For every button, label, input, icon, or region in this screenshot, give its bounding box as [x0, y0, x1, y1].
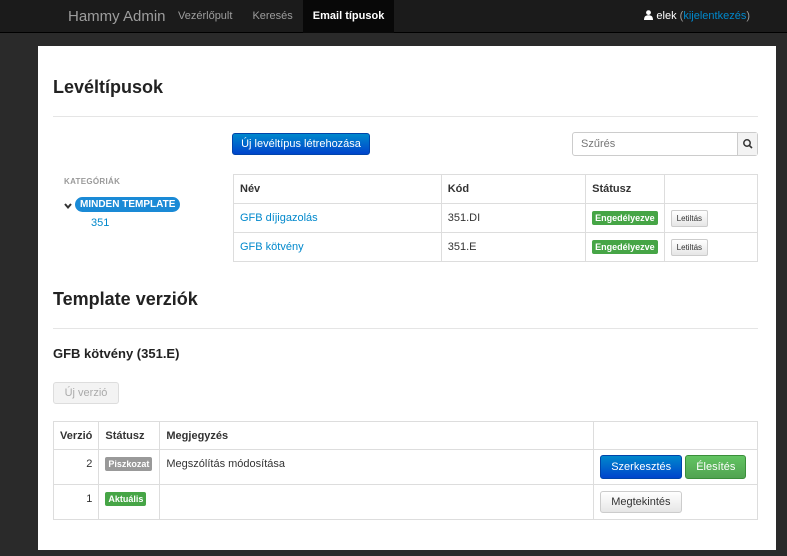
page-title: Levéltípusok: [53, 77, 164, 97]
filter-input[interactable]: [574, 134, 736, 154]
table-row: 2 Piszkozat Megszólítás módosítása Szerk…: [52, 449, 758, 485]
filter-button[interactable]: [737, 133, 757, 155]
table-header-row: Név Kód Státusz: [233, 174, 759, 204]
category-item-351[interactable]: 351: [91, 217, 109, 229]
status-badge: Aktuális: [105, 492, 147, 506]
paren-close: ): [746, 10, 750, 22]
user-icon: [644, 1, 654, 20]
brand-logo[interactable]: Hammy Admin: [68, 8, 166, 25]
version-number: 2: [52, 449, 100, 485]
divider: [53, 116, 758, 117]
publish-button[interactable]: Élesítés: [685, 455, 747, 479]
mailtype-name-link[interactable]: GFB kötvény: [240, 241, 304, 253]
nav-menu: Vezérlőpult Keresés Email típusok: [168, 0, 395, 33]
col-note-header: Megjegyzés: [159, 421, 595, 450]
status-badge: Engedélyezve: [592, 240, 658, 254]
table-row: GFB kötvény 351.E Engedélyezve Letiltás: [233, 232, 759, 262]
table-row: GFB díjigazolás 351.DI Engedélyezve Leti…: [233, 203, 759, 233]
status-badge: Piszkozat: [105, 457, 153, 471]
version-note: Megszólítás módosítása: [159, 449, 595, 485]
view-button[interactable]: Megtekintés: [600, 491, 682, 513]
main-panel: Levéltípusok Új levéltípus létrehozása K…: [38, 46, 776, 550]
versions-table: Verzió Státusz Megjegyzés 2 Piszkozat Me…: [52, 421, 758, 520]
search-icon: [743, 139, 753, 149]
window-frame: Hammy Admin Vezérlőpult Keresés Email tí…: [0, 0, 787, 556]
nav-item-email-types[interactable]: Email típusok: [302, 0, 395, 33]
category-all-badge[interactable]: MINDEN TEMPLATE: [75, 197, 181, 212]
mailtypes-table: Név Kód Státusz GFB díjigazolás 351.DI E…: [233, 174, 759, 262]
mailtype-name-link[interactable]: GFB díjigazolás: [240, 212, 318, 224]
template-subtitle: GFB kötvény (351.E): [53, 346, 180, 361]
version-note: [159, 484, 595, 520]
navbar: Hammy Admin Vezérlőpult Keresés Email tí…: [0, 0, 787, 33]
user-menu: elek (kijelentkezés): [644, 0, 750, 33]
disable-button[interactable]: Letiltás: [670, 238, 709, 256]
status-badge: Engedélyezve: [592, 211, 658, 225]
section-title-versions: Template verziók: [53, 289, 198, 309]
new-version-button[interactable]: Új verzió: [53, 382, 119, 404]
table-header-row: Verzió Státusz Megjegyzés: [52, 421, 758, 450]
table-row: 1 Aktuális Megtekintés: [52, 484, 758, 520]
categories-label: KATEGÓRIÁK: [64, 177, 121, 186]
col-actions-header: [593, 421, 758, 450]
version-number: 1: [52, 484, 100, 520]
col-version-header: Verzió: [52, 421, 100, 450]
col-action-header: [663, 174, 759, 204]
disable-button[interactable]: Letiltás: [670, 209, 709, 227]
mailtype-code: 351.DI: [440, 203, 587, 233]
col-status-header: Státusz: [585, 174, 665, 204]
divider: [53, 328, 758, 329]
user-name: elek: [656, 10, 677, 22]
chevron-down-icon[interactable]: [64, 199, 72, 210]
col-status-header: Státusz: [98, 421, 161, 450]
nav-item-search[interactable]: Keresés: [242, 0, 302, 33]
mailtype-code: 351.E: [440, 232, 587, 262]
edit-button[interactable]: Szerkesztés: [600, 455, 683, 479]
nav-item-dashboard[interactable]: Vezérlőpult: [168, 0, 242, 33]
new-mailtype-button[interactable]: Új levéltípus létrehozása: [232, 133, 370, 155]
filter-box: [572, 132, 758, 156]
col-name-header: Név: [233, 174, 442, 204]
col-code-header: Kód: [440, 174, 587, 204]
logout-link[interactable]: kijelentkezés: [683, 10, 746, 22]
